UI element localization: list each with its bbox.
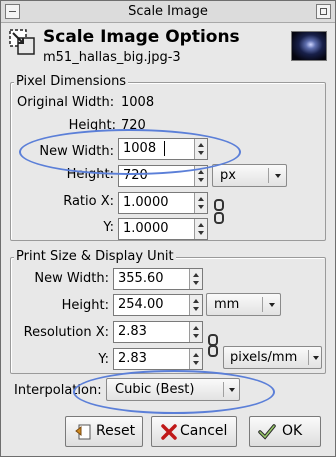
scale-image-icon: [9, 29, 35, 55]
increment-arrow-icon[interactable]: [193, 353, 199, 357]
interpolation-label: Interpolation:: [14, 383, 102, 398]
original-width-label: Original Width:: [17, 95, 115, 110]
original-height-label: Height:: [68, 118, 116, 133]
resolution-x-label: Resolution X:: [23, 325, 109, 340]
chain-link-icon[interactable]: [207, 334, 218, 360]
chain-link-icon[interactable]: [213, 199, 224, 229]
ratio-y-stepper[interactable]: [194, 219, 207, 239]
resolution-unit-dropdown[interactable]: pixels/mm: [223, 346, 322, 369]
chevron-down-icon: [275, 174, 281, 178]
decrement-arrow-icon[interactable]: [198, 205, 204, 209]
print-size-label: Print Size & Display Unit: [14, 249, 176, 264]
ratio-y-value: 1.0000: [123, 221, 169, 236]
ratio-x-stepper[interactable]: [194, 193, 207, 213]
resolution-x-value: 2.83: [118, 324, 147, 339]
cancel-label: Cancel: [180, 423, 228, 439]
print-width-label: New Width:: [34, 271, 109, 286]
ratio-y-spinbutton[interactable]: 1.0000: [118, 218, 208, 240]
increment-arrow-icon[interactable]: [198, 143, 204, 147]
pixel-dimensions-label: Pixel Dimensions: [14, 74, 129, 89]
window-title: Scale Image: [128, 4, 208, 19]
new-width-spinbutton[interactable]: 1008: [118, 138, 208, 160]
reset-button[interactable]: Reset: [65, 416, 143, 447]
new-height-value: 720: [123, 168, 148, 183]
resolution-y-spinbutton[interactable]: 2.83: [113, 348, 203, 370]
ratio-x-label: Ratio X:: [63, 194, 114, 209]
scale-image-dialog: Scale Image Scale Image Options m51_hall…: [0, 0, 336, 457]
checkmark-icon: [258, 424, 276, 440]
pixel-unit-dropdown[interactable]: px: [212, 164, 287, 187]
decrement-arrow-icon[interactable]: [198, 231, 204, 235]
decrement-arrow-icon[interactable]: [193, 361, 199, 365]
pixel-unit-value: px: [220, 168, 236, 183]
dialog-heading: Scale Image Options: [43, 27, 240, 47]
new-height-label: Height:: [66, 167, 114, 182]
interpolation-value: Cubic (Best): [115, 382, 195, 397]
print-height-stepper[interactable]: [189, 295, 202, 315]
print-width-stepper[interactable]: [189, 269, 202, 289]
decrement-arrow-icon[interactable]: [198, 178, 204, 182]
title-bar[interactable]: Scale Image: [1, 1, 335, 23]
resolution-y-label: Y:: [98, 352, 109, 367]
new-height-spinbutton[interactable]: 720: [118, 165, 208, 187]
new-width-label: New Width:: [39, 144, 114, 159]
original-height-value: 720: [121, 118, 146, 133]
increment-arrow-icon[interactable]: [198, 170, 204, 174]
decrement-arrow-icon[interactable]: [193, 307, 199, 311]
resolution-x-spinbutton[interactable]: 2.83: [113, 321, 203, 343]
decrement-arrow-icon[interactable]: [193, 281, 199, 285]
resolution-y-stepper[interactable]: [189, 349, 202, 369]
print-height-spinbutton[interactable]: 254.00: [113, 294, 203, 316]
maximize-button[interactable]: [316, 4, 331, 19]
original-width-value: 1008: [121, 95, 155, 110]
resolution-x-stepper[interactable]: [189, 322, 202, 342]
print-unit-dropdown[interactable]: mm: [206, 293, 281, 316]
reset-icon: [75, 424, 91, 440]
ok-label: OK: [282, 423, 303, 439]
cancel-icon: [161, 424, 177, 440]
decrement-arrow-icon[interactable]: [198, 151, 204, 155]
increment-arrow-icon[interactable]: [198, 197, 204, 201]
reset-label: Reset: [96, 423, 136, 439]
chevron-down-icon: [229, 388, 235, 392]
window-menu-button[interactable]: [5, 4, 20, 19]
interpolation-dropdown[interactable]: Cubic (Best): [106, 378, 240, 401]
ratio-x-spinbutton[interactable]: 1.0000: [118, 192, 208, 214]
chevron-down-icon: [269, 303, 275, 307]
increment-arrow-icon[interactable]: [193, 326, 199, 330]
cancel-button[interactable]: Cancel: [151, 416, 237, 447]
ok-button[interactable]: OK: [249, 416, 321, 447]
print-width-value: 355.60: [118, 271, 164, 286]
increment-arrow-icon[interactable]: [193, 273, 199, 277]
text-cursor: [164, 141, 165, 156]
image-name: m51_hallas_big.jpg-3: [43, 50, 181, 65]
dialog-header: Scale Image Options m51_hallas_big.jpg-3: [1, 23, 335, 71]
print-unit-value: mm: [214, 297, 240, 312]
ratio-x-value: 1.0000: [123, 195, 169, 210]
decrement-arrow-icon[interactable]: [193, 334, 199, 338]
print-height-label: Height:: [61, 298, 109, 313]
resolution-y-value: 2.83: [118, 351, 147, 366]
image-thumbnail: [291, 31, 327, 61]
print-width-spinbutton[interactable]: 355.60: [113, 268, 203, 290]
chevron-down-icon: [313, 356, 319, 360]
new-height-stepper[interactable]: [194, 166, 207, 186]
increment-arrow-icon[interactable]: [198, 223, 204, 227]
print-height-value: 254.00: [118, 297, 164, 312]
new-width-value: 1008: [123, 141, 157, 156]
increment-arrow-icon[interactable]: [193, 299, 199, 303]
resolution-unit-value: pixels/mm: [230, 350, 298, 365]
ratio-y-label: Y:: [103, 220, 114, 235]
new-width-stepper[interactable]: [194, 139, 207, 159]
